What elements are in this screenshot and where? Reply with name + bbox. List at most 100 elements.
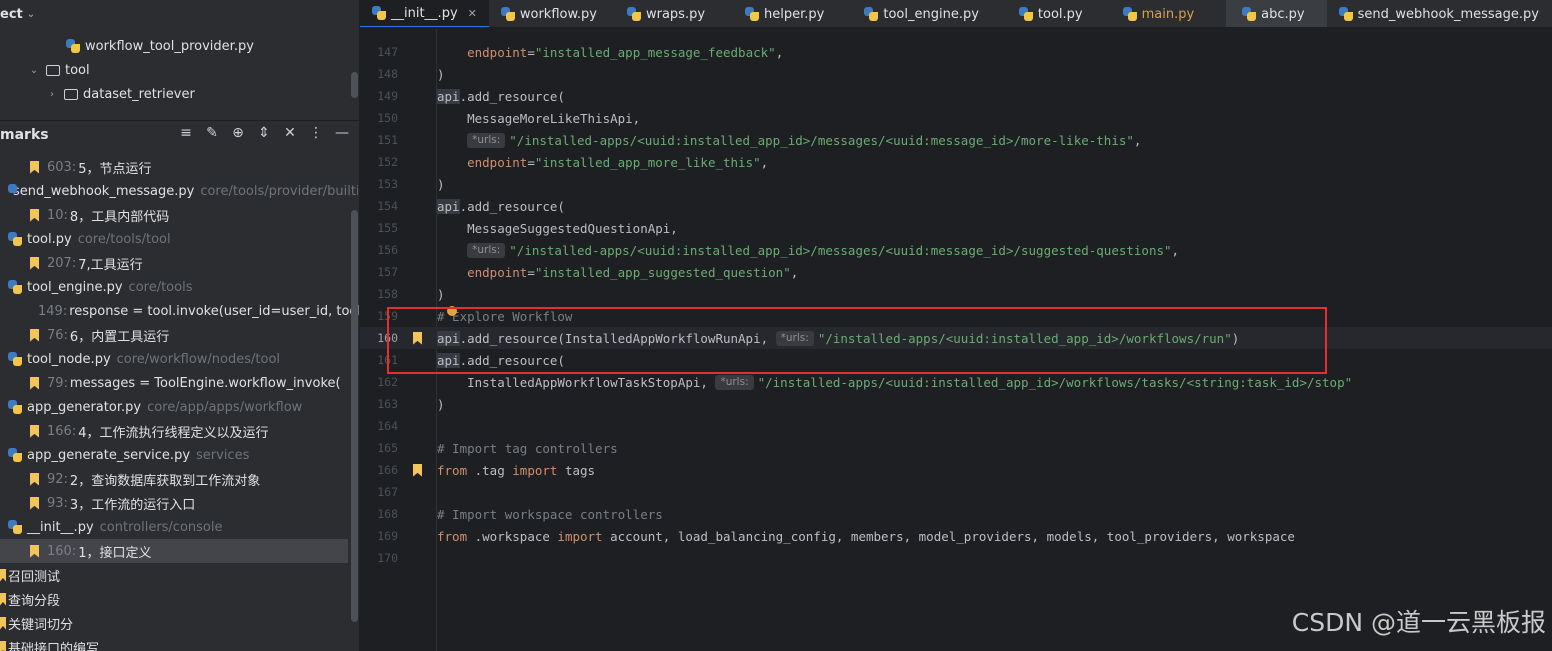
code-line-169[interactable]: 169 from .workspace import account, load…	[360, 525, 1552, 547]
code-line-170[interactable]: 170	[360, 547, 1552, 569]
bookmark-file-group[interactable]: tool_engine.py core/tools	[8, 275, 358, 299]
line-number: 155	[377, 221, 398, 235]
bookmark-desc: 7,工具运行	[78, 257, 143, 273]
code-line-163[interactable]: 163 )	[360, 393, 1552, 415]
chevron-down-icon[interactable]: ⌄	[27, 9, 35, 20]
code-text: )	[437, 286, 445, 302]
bookmark-line: 160:	[47, 543, 77, 559]
tab-send-webhook-message-py[interactable]: send_webhook_message.py	[1327, 0, 1551, 27]
code-line-150[interactable]: 150 MessageMoreLikeThisApi,	[360, 107, 1552, 129]
code-text: .add_resource(	[459, 352, 565, 368]
bookmark-file-group[interactable]: tool_node.py core/workflow/nodes/tool	[8, 347, 358, 371]
code-line-152[interactable]: 152 endpoint = "installed_app_more_like_th…	[360, 151, 1552, 173]
python-file-icon	[8, 280, 22, 294]
tab-init-py[interactable]: __init__.py ✕	[360, 0, 489, 27]
code-keyword: import	[557, 528, 603, 544]
code-line-147[interactable]: 147 endpoint = "installed_app_message_feed…	[360, 41, 1552, 63]
tab-abc-py[interactable]: abc.py	[1226, 0, 1327, 27]
line-number: 152	[377, 155, 398, 169]
python-file-icon	[8, 352, 22, 366]
bookmark-group[interactable]: 查询分段	[0, 587, 60, 611]
inlay-hint: *urls:	[715, 374, 754, 390]
bookmark-item[interactable]: 76: 6，内置工具运行	[30, 323, 359, 347]
chevron-down-icon[interactable]: ⌄	[28, 65, 40, 76]
bookmark-item[interactable]: 603: 5，节点运行	[30, 155, 359, 179]
code-line-161[interactable]: 161 api .add_resource(	[360, 349, 1552, 371]
code-line-149[interactable]: 149 api .add_resource(	[360, 85, 1552, 107]
code-line-156[interactable]: 156 *urls: "/installed-apps/<uuid:install…	[360, 239, 1552, 261]
bookmark-item[interactable]: 92: 2，查询数据库获取到工作流对象	[30, 467, 359, 491]
minimize-icon[interactable]: —	[334, 125, 350, 141]
bookmark-item[interactable]: 10: 8，工具内部代码	[30, 203, 359, 227]
bookmark-group[interactable]: 召回测试	[0, 563, 60, 587]
tab-workflow-py[interactable]: workflow.py	[489, 0, 609, 27]
more-icon[interactable]: ⋮	[308, 125, 324, 141]
tab-main-py[interactable]: main.py	[1095, 0, 1207, 27]
bookmark-file-group[interactable]: app_generator.py core/app/apps/workflow	[8, 395, 358, 419]
bookmark-file-path: services	[196, 447, 250, 463]
code-line-151[interactable]: 151 *urls: "/installed-apps/<uuid:install…	[360, 129, 1552, 151]
locate-icon[interactable]: ⊕	[230, 125, 246, 141]
bookmark-item[interactable]: 93: 3，工作流的运行入口	[30, 491, 359, 515]
project-panel-header[interactable]: ect ⌄	[0, 0, 359, 28]
tab-tool-py[interactable]: tool.py	[991, 0, 1095, 27]
code-text: account, load_balancing_config, members,…	[602, 528, 1295, 544]
line-number: 156	[377, 243, 398, 257]
code-line-168[interactable]: 168 # Import workspace controllers	[360, 503, 1552, 525]
bookmark-group[interactable]: 基础接口的编写	[0, 635, 99, 651]
code-text: .tag	[467, 462, 513, 478]
code-line-158[interactable]: 158 )	[360, 283, 1552, 305]
gutter[interactable]	[398, 463, 437, 477]
bookmark-item-selected[interactable]: 160: 1，接口定义	[0, 539, 348, 563]
python-file-icon	[626, 7, 641, 21]
lightbulb-icon[interactable]	[447, 306, 457, 316]
bookmark-file-group[interactable]: send_webhook_message.py core/tools/provi…	[8, 179, 358, 203]
close-icon[interactable]: ✕	[468, 7, 477, 20]
tree-item-folder-tool[interactable]: ⌄ tool	[28, 58, 90, 82]
chevron-right-icon[interactable]: ›	[46, 89, 58, 100]
bookmark-file-group[interactable]: __init__.py controllers/console	[8, 515, 358, 539]
bookmarks-scrollbar[interactable]	[351, 210, 358, 622]
bookmark-icon	[0, 616, 6, 630]
code-line-154[interactable]: 154 api .add_resource(	[360, 195, 1552, 217]
code-line-167[interactable]: 167	[360, 481, 1552, 503]
edit-icon[interactable]: ✎	[204, 125, 220, 141]
bookmark-item[interactable]: 79: messages = ToolEngine.workflow_invok…	[30, 371, 359, 395]
tab-tool-engine-py[interactable]: tool_engine.py	[836, 0, 991, 27]
bookmark-file-group[interactable]: app_generate_service.py services	[8, 443, 358, 467]
list-add-icon[interactable]: ≡	[178, 125, 194, 141]
collapse-icon[interactable]: ✕	[282, 125, 298, 141]
code-line-159[interactable]: 159 # Explore Workflow	[360, 305, 1552, 327]
code-line-155[interactable]: 155 MessageSuggestedQuestionApi,	[360, 217, 1552, 239]
tab-helper-py[interactable]: helper.py	[717, 0, 836, 27]
code-line-165[interactable]: 165 # Import tag controllers	[360, 437, 1552, 459]
bookmark-icon[interactable]	[413, 331, 422, 345]
gutter[interactable]	[398, 331, 437, 345]
line-number: 147	[377, 45, 398, 59]
code-line-157[interactable]: 157 endpoint = "installed_app_suggested_qu…	[360, 261, 1552, 283]
bookmark-item[interactable]: 149: response = tool.invoke(user_id=user…	[30, 299, 359, 323]
code-line-153[interactable]: 153 )	[360, 173, 1552, 195]
tree-item-file[interactable]: workflow_tool_provider.py	[66, 34, 254, 58]
project-scrollbar[interactable]	[351, 72, 358, 98]
code-text: )	[437, 176, 445, 192]
code-line-160[interactable]: 160 api .add_resource(InstalledAppWorkflo…	[360, 327, 1552, 349]
code-editor[interactable]: 147 endpoint = "installed_app_message_feed…	[360, 29, 1552, 651]
tab-wraps-py[interactable]: wraps.py	[609, 0, 717, 27]
code-string: "/installed-apps/<uuid:installed_app_id>…	[509, 242, 1172, 258]
code-keyword: from	[437, 462, 468, 478]
expand-icon[interactable]: ⇕	[256, 125, 272, 141]
code-line-148[interactable]: 148 )	[360, 63, 1552, 85]
code-line-166[interactable]: 166 from .tag import tags	[360, 459, 1552, 481]
left-tool-window: ect ⌄ workflow_tool_provider.py ⌄ tool ›…	[0, 0, 360, 651]
bookmark-file-group[interactable]: tool.py core/tools/tool	[8, 227, 358, 251]
tree-item-folder-dataset-retriever[interactable]: › dataset_retriever	[46, 82, 195, 106]
line-number: 149	[377, 89, 398, 103]
bookmark-item[interactable]: 166: 4，工作流执行线程定义以及运行	[30, 419, 359, 443]
bookmark-desc: 5，节点运行	[78, 161, 152, 177]
code-line-162[interactable]: 162 InstalledAppWorkflowTaskStopApi, *ur…	[360, 371, 1552, 393]
code-line-164[interactable]: 164	[360, 415, 1552, 437]
bookmark-icon[interactable]	[413, 463, 422, 477]
bookmark-item[interactable]: 207: 7,工具运行	[30, 251, 359, 275]
bookmark-group[interactable]: 关键词切分	[0, 611, 73, 635]
